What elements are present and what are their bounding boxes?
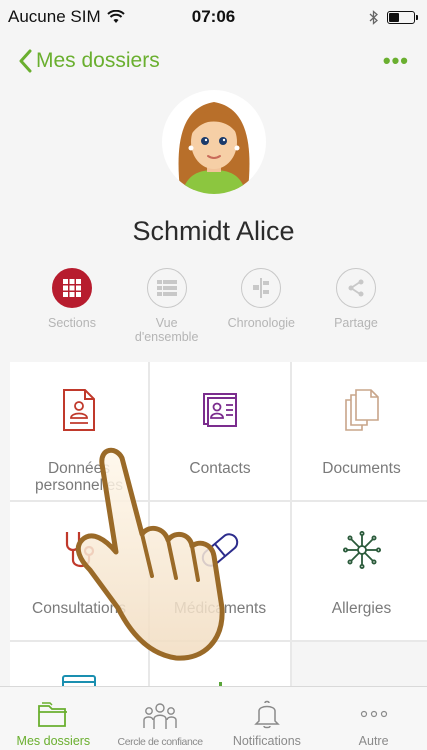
wifi-icon <box>106 10 125 23</box>
bottom-tab-bar: Mes dossiers Cercle de confiance Notific… <box>0 686 427 750</box>
chevron-left-icon <box>19 49 32 73</box>
tabbar-my-files-label: Mes dossiers <box>16 734 91 748</box>
tab-share-label: Partage <box>334 316 378 330</box>
section-documents-label: Documents <box>322 460 401 477</box>
profile-name: Schmidt Alice <box>132 216 295 246</box>
avatar-illustration <box>178 102 250 194</box>
section-allergies-label: Allergies <box>331 600 392 617</box>
folders-icon <box>37 697 69 731</box>
tabbar-other-label: Autre <box>358 734 389 748</box>
tab-overview[interactable]: Vue d'ensemble <box>123 268 211 348</box>
share-icon <box>335 268 376 308</box>
allergen-icon <box>342 528 382 572</box>
bell-icon <box>253 697 281 731</box>
section-allergies[interactable]: Allergies <box>292 502 427 640</box>
nav-bar: Mes dossiers ••• <box>0 40 427 82</box>
back-label: Mes dossiers <box>36 49 160 72</box>
carrier-label: Aucune SIM <box>8 7 101 26</box>
avatar <box>162 90 266 194</box>
view-tabs: Sections Vue d'ensemble Chronologie Part… <box>28 268 400 348</box>
list-icon <box>146 268 187 308</box>
tab-timeline-label: Chronologie <box>227 316 296 330</box>
status-right <box>369 9 418 25</box>
tab-sections[interactable]: Sections <box>28 268 116 348</box>
tab-timeline[interactable]: Chronologie <box>217 268 305 348</box>
tabbar-trust-circle-label: Cercle de confiance <box>117 736 204 748</box>
grid-icon <box>52 268 92 308</box>
documents-icon <box>342 388 382 432</box>
carrier-group: Aucune SIM <box>8 7 125 27</box>
timeline-icon <box>241 268 282 308</box>
battery-icon <box>387 10 418 24</box>
tabbar-trust-circle[interactable]: Cercle de confiance <box>107 687 214 750</box>
grid-empty-cell <box>292 642 427 687</box>
tabbar-other[interactable]: Autre <box>320 687 427 750</box>
tabbar-notifications-label: Notifications <box>232 734 301 748</box>
section-documents[interactable]: Documents <box>292 362 427 500</box>
bluetooth-icon <box>369 9 378 25</box>
tap-hand-icon <box>75 447 225 661</box>
personal-data-icon <box>61 388 97 432</box>
status-bar: Aucune SIM 07:06 <box>0 0 427 34</box>
people-icon <box>142 699 178 733</box>
contacts-icon <box>200 388 240 432</box>
tab-sections-label: Sections <box>48 316 96 330</box>
tab-overview-label: Vue d'ensemble <box>134 316 199 344</box>
back-button[interactable]: Mes dossiers <box>18 49 160 73</box>
tabbar-my-files[interactable]: Mes dossiers <box>0 687 107 750</box>
more-options-button[interactable]: ••• <box>383 48 409 74</box>
tab-share[interactable]: Partage <box>312 268 400 348</box>
clock: 07:06 <box>191 7 236 26</box>
more-dots-icon <box>359 697 389 731</box>
tabbar-notifications[interactable]: Notifications <box>214 687 321 750</box>
